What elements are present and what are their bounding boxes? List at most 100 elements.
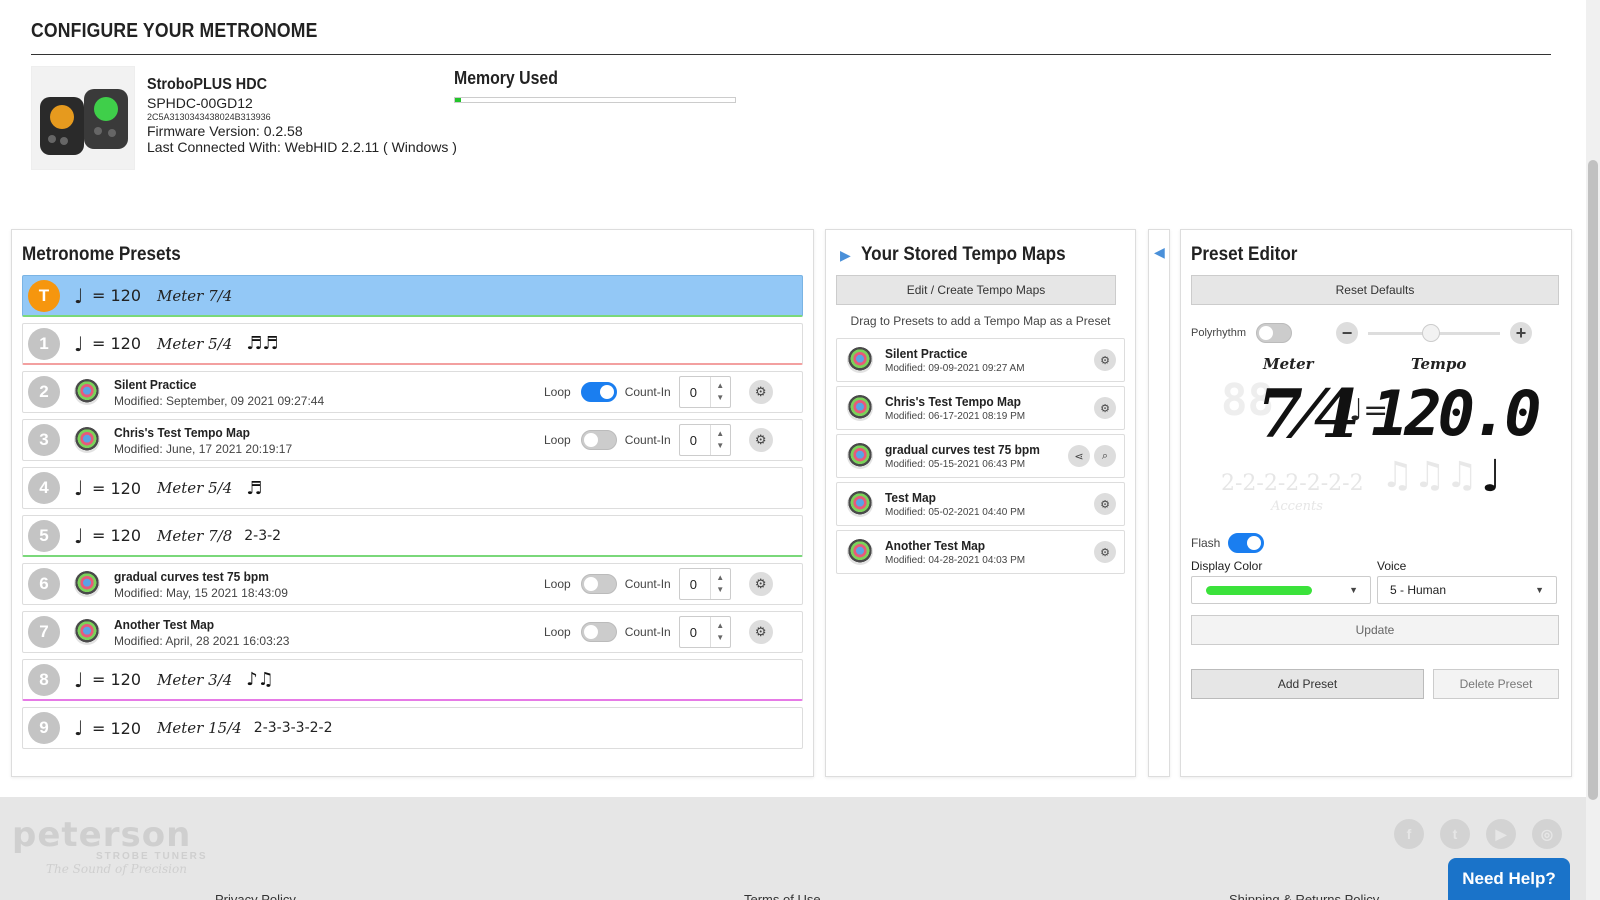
preset-row[interactable]: T ♩ = 120 Meter 7/4 — [22, 275, 803, 317]
page-scrollbar[interactable] — [1586, 0, 1600, 900]
gear-icon[interactable]: ⚙ — [1094, 349, 1116, 371]
preset-number-badge: 4 — [28, 472, 60, 504]
count-in-value: 0 — [689, 576, 697, 592]
count-in-stepper[interactable]: 0 ▲ ▼ — [678, 616, 731, 648]
expand-arrow-icon[interactable]: ▶ — [840, 247, 851, 264]
page-title: CONFIGURE YOUR METRONOME — [31, 20, 318, 42]
count-in-stepper[interactable]: 0 ▲ ▼ — [678, 376, 731, 408]
stepper-arrows[interactable]: ▲ ▼ — [709, 377, 730, 407]
footer: peterson STROBE TUNERS The Sound of Prec… — [0, 797, 1586, 900]
quarter-note-icon: ♩ — [74, 667, 84, 692]
delete-preset-button[interactable]: Delete Preset — [1433, 669, 1559, 699]
memory-bar-fill — [455, 98, 461, 102]
map-modified: Modified: 06-17-2021 08:19 PM — [885, 411, 1026, 422]
gear-icon[interactable]: ⚙ — [748, 620, 773, 644]
peterson-logo[interactable]: peterson STROBE TUNERS The Sound of Prec… — [12, 815, 208, 876]
preset-row[interactable]: 8 ♩ = 120 Meter 3/4 ♪♫ — [22, 659, 803, 701]
preset-number-badge: 2 — [28, 376, 60, 408]
preset-editor-panel: Preset Editor Reset Defaults Polyrhythm … — [1180, 229, 1572, 777]
loop-toggle[interactable] — [580, 574, 617, 594]
map-info: Silent Practice Modified: September, 09 2… — [114, 377, 534, 408]
gear-icon[interactable]: ⚙ — [1094, 397, 1116, 419]
loop-toggle[interactable] — [580, 622, 617, 642]
rhythm-pattern-icon: ♬♬ — [246, 333, 279, 354]
quarter-note-icon: ♩ — [74, 331, 84, 356]
tempo-map-item[interactable]: Another Test Map Modified: 04-28-2021 04:… — [836, 530, 1125, 574]
stepper-arrows[interactable]: ▲ ▼ — [709, 617, 730, 647]
privacy-policy-link[interactable]: Privacy Policy — [215, 892, 296, 900]
tempo-map-icon — [74, 571, 100, 597]
chevron-up-icon[interactable]: ▲ — [716, 620, 724, 632]
tempo-slider-knob[interactable] — [1422, 323, 1441, 342]
preset-number-badge: 5 — [28, 519, 60, 552]
meter-value: 7⁄4 — [1257, 375, 1360, 453]
preset-row[interactable]: 6 gradual curves test 75 bpm Modified: May… — [22, 563, 803, 605]
facebook-icon[interactable]: f — [1394, 819, 1424, 849]
display-color-select[interactable]: ▼ — [1191, 576, 1371, 604]
loop-toggle[interactable] — [580, 430, 617, 450]
map-info: Chris's Test Tempo Map Modified: 06-17-20… — [885, 394, 1065, 422]
collapse-arrow-icon[interactable]: ◀ — [1154, 244, 1165, 261]
tempo-map-item[interactable]: Test Map Modified: 05-02-2021 04:40 PM ⚙ — [836, 482, 1125, 526]
preset-row[interactable]: 9 ♩ = 120 Meter 15/4 2-3-3-3-2-2 — [22, 707, 803, 749]
terms-link[interactable]: Terms of Use — [744, 892, 821, 900]
tempo-minus-button[interactable]: − — [1336, 322, 1359, 344]
chevron-down-icon[interactable]: ▼ — [716, 440, 724, 452]
quarter-note-icon: ♩ — [74, 716, 84, 740]
preset-row[interactable]: 5 ♩ = 120 Meter 7/8 2-3-2 — [22, 515, 803, 557]
map-name: Test Map — [885, 490, 936, 505]
gear-icon[interactable]: ⚙ — [1094, 493, 1116, 515]
gear-icon[interactable]: ⚙ — [748, 428, 773, 452]
gear-icon[interactable]: ⚙ — [748, 380, 773, 404]
gear-icon[interactable]: ⚙ — [1094, 541, 1116, 563]
chevron-up-icon[interactable]: ▲ — [716, 380, 724, 392]
preset-accents: 2-3-3-3-2-2 — [253, 720, 333, 736]
stepper-arrows[interactable]: ▲ ▼ — [709, 569, 730, 599]
loop-toggle[interactable] — [580, 382, 617, 402]
chevron-up-icon[interactable]: ▲ — [716, 572, 724, 584]
tempo-map-item[interactable]: Chris's Test Tempo Map Modified: 06-17-20… — [836, 386, 1125, 430]
polyrhythm-toggle[interactable] — [1256, 323, 1293, 343]
device-info: StroboPLUS HDC SPHDC-00GD12 2C5A31303434… — [147, 77, 457, 156]
count-in-stepper[interactable]: 0 ▲ ▼ — [678, 424, 731, 456]
twitter-icon[interactable]: t — [1440, 819, 1470, 849]
voice-select[interactable]: 5 - Human ▼ — [1377, 576, 1557, 604]
tempo-slider[interactable] — [1368, 323, 1501, 342]
preset-row[interactable]: 1 ♩ = 120 Meter 5/4 ♬♬ — [22, 323, 803, 365]
chevron-up-icon[interactable]: ▲ — [716, 428, 724, 440]
scrollbar-thumb[interactable] — [1588, 160, 1598, 800]
tempo-map-item[interactable]: gradual curves test 75 bpm Modified: 05-1… — [836, 434, 1125, 478]
preset-row[interactable]: 7 Another Test Map Modified: April, 28 202… — [22, 611, 803, 653]
chevron-down-icon[interactable]: ▼ — [716, 584, 724, 596]
chevron-down-icon[interactable]: ▼ — [716, 392, 724, 404]
add-preset-button[interactable]: Add Preset — [1191, 669, 1424, 699]
preset-row[interactable]: 4 ♩ = 120 Meter 5/4 ♬ — [22, 467, 803, 509]
map-modified: Modified: April, 28 2021 16:03:23 — [114, 633, 290, 648]
preset-tempo: = 120 — [92, 334, 142, 353]
stepper-arrows[interactable]: ▲ ▼ — [709, 425, 730, 455]
quarter-note-icon: ♩ — [74, 283, 84, 308]
flash-toggle[interactable] — [1228, 533, 1265, 553]
preset-row[interactable]: 3 Chris's Test Tempo Map Modified: June, 1… — [22, 419, 803, 461]
update-button[interactable]: Update — [1191, 615, 1559, 645]
tempo-map-icon — [74, 379, 100, 405]
accents-label: Accents — [1271, 499, 1323, 514]
tempo-plus-button[interactable]: + — [1510, 322, 1533, 344]
share-icon[interactable]: ⋖ — [1068, 445, 1090, 467]
count-in-stepper[interactable]: 0 ▲ ▼ — [678, 568, 731, 600]
instagram-icon[interactable]: ◎ — [1532, 819, 1562, 849]
tempo-map-icon — [847, 491, 873, 517]
reset-defaults-button[interactable]: Reset Defaults — [1191, 275, 1559, 305]
search-icon[interactable]: ⌕ — [1094, 445, 1116, 467]
preset-row[interactable]: 2 Silent Practice Modified: September, 09 … — [22, 371, 803, 413]
gear-icon[interactable]: ⚙ — [748, 572, 773, 596]
count-in-label: Count-In — [624, 385, 671, 399]
chevron-down-icon[interactable]: ▼ — [716, 632, 724, 644]
toggle-knob — [599, 385, 614, 399]
shipping-returns-link[interactable]: Shipping & Returns Policy — [1229, 892, 1379, 900]
youtube-icon[interactable]: ▶ — [1486, 819, 1516, 849]
edit-tempo-maps-button[interactable]: Edit / Create Tempo Maps — [836, 275, 1116, 305]
collapse-panel[interactable]: ◀ — [1148, 229, 1170, 777]
need-help-button[interactable]: Need Help? — [1448, 858, 1570, 900]
tempo-map-item[interactable]: Silent Practice Modified: 09-09-2021 09:2… — [836, 338, 1125, 382]
